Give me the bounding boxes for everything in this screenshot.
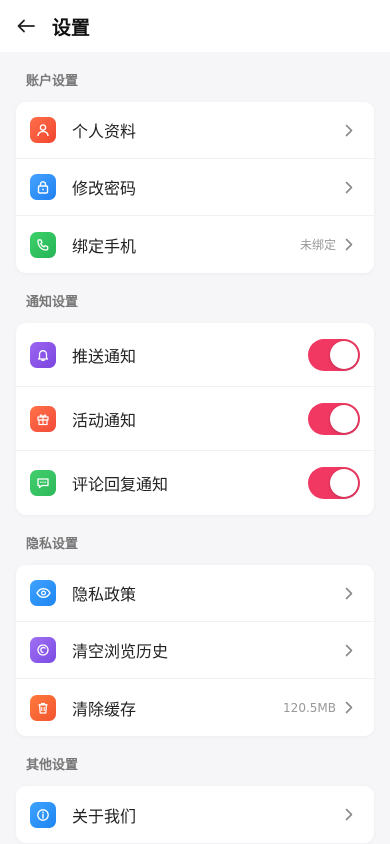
gift-icon bbox=[30, 405, 56, 432]
section-label-account: 账户设置 bbox=[26, 73, 79, 89]
lock-icon bbox=[30, 174, 56, 200]
comment-reply-notification-toggle[interactable] bbox=[308, 467, 360, 499]
toggle-knob bbox=[330, 404, 358, 433]
row-label: 评论回复通知 bbox=[72, 475, 169, 494]
row-label: 清除缓存 bbox=[72, 699, 137, 719]
row-clear-history[interactable]: 清空浏览历史 bbox=[16, 622, 374, 679]
comment-icon bbox=[30, 470, 56, 496]
chevron-right-icon bbox=[344, 643, 354, 657]
card-other: 关于我们 bbox=[16, 786, 374, 843]
row-label: 修改密码 bbox=[72, 179, 137, 198]
section-label-privacy: 隐私设置 bbox=[26, 536, 79, 552]
row-label: 活动通知 bbox=[72, 410, 137, 430]
row-label: 清空浏览历史 bbox=[72, 642, 169, 661]
eye-icon bbox=[30, 580, 56, 606]
history-icon bbox=[30, 637, 56, 663]
row-label: 绑定手机 bbox=[72, 236, 137, 256]
chevron-right-icon bbox=[344, 123, 354, 137]
phone-icon bbox=[30, 231, 56, 258]
section-label-notifications: 通知设置 bbox=[26, 294, 79, 310]
chevron-right-icon bbox=[344, 586, 354, 600]
top-bar: 设置 bbox=[0, 0, 390, 52]
user-icon bbox=[30, 117, 56, 143]
chevron-right-icon bbox=[344, 808, 354, 822]
chevron-right-icon bbox=[344, 238, 354, 252]
row-privacy-policy[interactable]: 隐私政策 bbox=[16, 565, 374, 622]
toggle-knob bbox=[330, 340, 358, 369]
row-profile[interactable]: 个人资料 bbox=[16, 102, 374, 159]
row-clear-cache[interactable]: 清除缓存 120.5MB bbox=[16, 679, 374, 736]
card-account: 个人资料 修改密码 绑定手机 未绑定 bbox=[16, 102, 374, 273]
row-label: 推送通知 bbox=[72, 346, 137, 366]
card-notifications: 推送通知 活动通知 评论回复通知 bbox=[16, 323, 374, 515]
cache-size-value: 120.5MB bbox=[283, 700, 336, 715]
row-label: 关于我们 bbox=[72, 806, 137, 826]
toggle-knob bbox=[330, 469, 358, 497]
bell-icon bbox=[30, 341, 56, 368]
card-privacy: 隐私政策 清空浏览历史 清除缓存 120.5MB bbox=[16, 565, 374, 736]
activity-notification-toggle[interactable] bbox=[308, 402, 360, 435]
chevron-right-icon bbox=[344, 701, 354, 715]
row-comment-reply-notifications: 评论回复通知 bbox=[16, 451, 374, 515]
row-change-password[interactable]: 修改密码 bbox=[16, 159, 374, 216]
row-bind-phone[interactable]: 绑定手机 未绑定 bbox=[16, 216, 374, 273]
push-notification-toggle[interactable] bbox=[308, 338, 360, 371]
row-label: 隐私政策 bbox=[72, 585, 137, 604]
info-icon bbox=[30, 801, 56, 828]
back-arrow-icon[interactable] bbox=[16, 16, 36, 36]
row-push-notifications: 推送通知 bbox=[16, 323, 374, 387]
row-about-us[interactable]: 关于我们 bbox=[16, 786, 374, 843]
row-label: 个人资料 bbox=[72, 122, 137, 141]
status-value: 未绑定 bbox=[299, 238, 336, 252]
page-title: 设置 bbox=[52, 16, 91, 39]
trash-icon bbox=[30, 694, 56, 721]
section-label-other: 其他设置 bbox=[26, 757, 79, 773]
chevron-right-icon bbox=[344, 180, 354, 194]
row-activity-notifications: 活动通知 bbox=[16, 387, 374, 451]
